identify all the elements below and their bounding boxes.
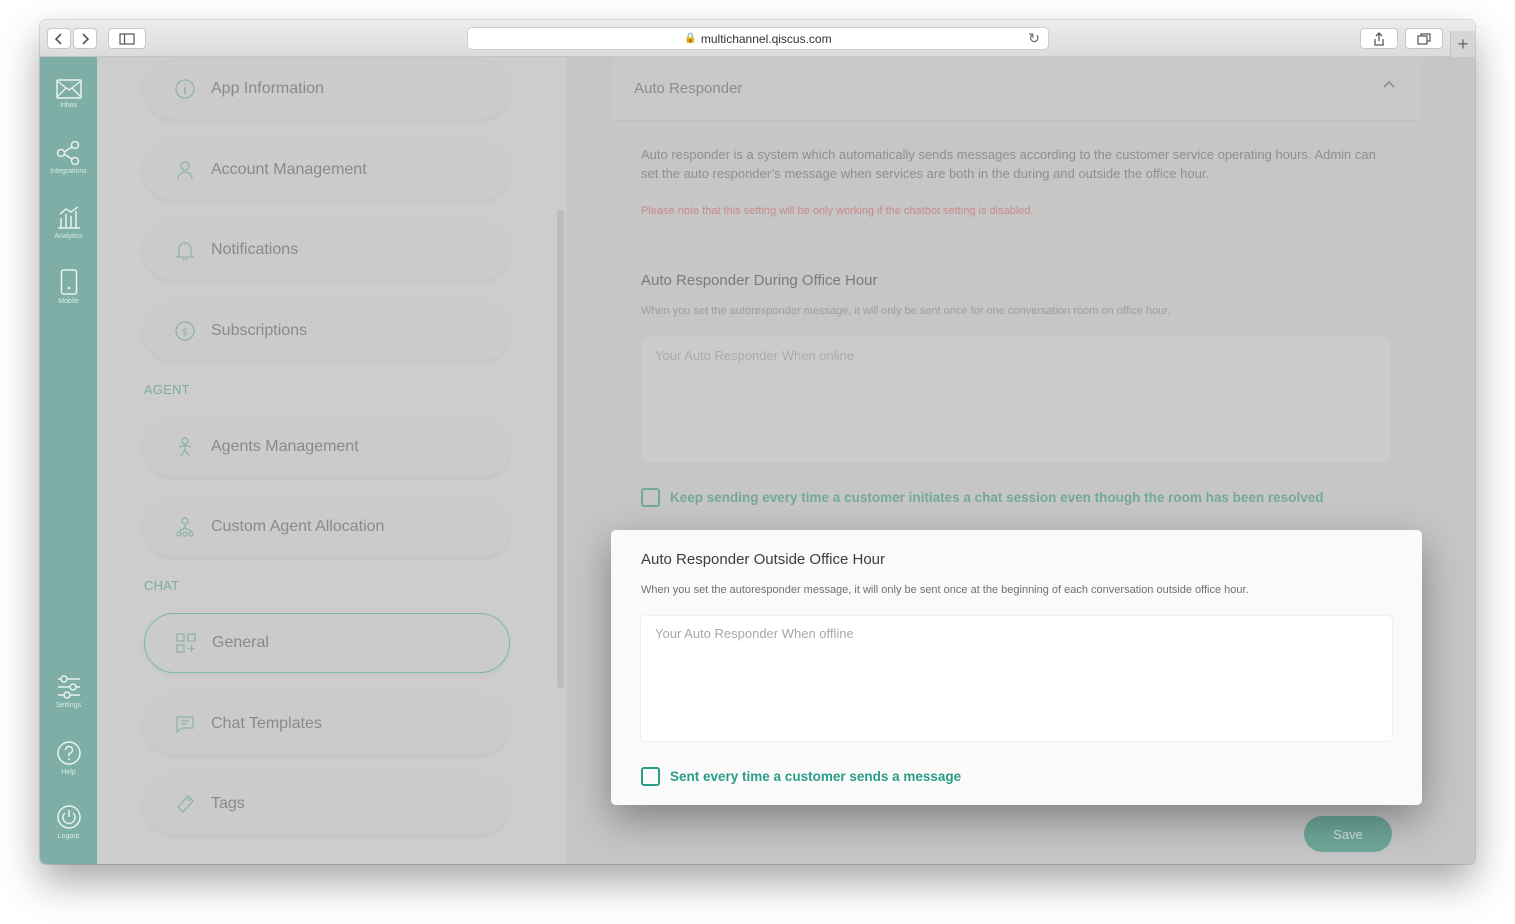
logout-icon <box>56 805 81 829</box>
rail-label: Logout <box>57 833 80 840</box>
inbox-icon <box>55 79 82 99</box>
address-bar[interactable]: 🔒 multichannel.qiscus.com ↻ <box>467 27 1049 50</box>
rail-item-logout[interactable]: Logout <box>40 804 97 840</box>
outside-office-hour-title: Auto Responder Outside Office Hour <box>641 551 886 568</box>
bell-icon <box>174 239 196 261</box>
url-text: multichannel.qiscus.com <box>700 31 832 46</box>
sent-every-time-checkbox-row[interactable]: Sent every time a customer sends a messa… <box>641 767 961 786</box>
menu-item-label: Subscriptions <box>211 322 308 339</box>
rail-item-analytics[interactable]: Analytics <box>40 206 97 240</box>
rail-item-mobile[interactable]: Mobile <box>40 269 97 305</box>
new-tab-button[interactable]: + <box>1450 31 1475 57</box>
menu-item-label: App Information <box>211 80 324 97</box>
keep-sending-checkbox[interactable] <box>641 488 660 507</box>
keep-sending-label: Keep sending every time a customer initi… <box>670 490 1324 505</box>
outside-office-hour-hint: When you set the autoresponder message, … <box>641 584 1249 596</box>
chevron-right-icon <box>82 32 89 45</box>
dollar-icon: $ <box>174 320 196 342</box>
analytics-icon <box>57 206 80 229</box>
menu-item-general[interactable]: General <box>144 613 510 673</box>
sent-every-time-label: Sent every time a customer sends a messa… <box>670 769 962 784</box>
auto-responder-header[interactable]: Auto Responder <box>612 57 1422 121</box>
menu-item-label: Agents Management <box>211 438 359 455</box>
keep-sending-checkbox-row[interactable]: Keep sending every time a customer initi… <box>641 488 1323 507</box>
menu-item-label: Tags <box>211 795 245 812</box>
user-icon <box>174 159 196 181</box>
info-icon <box>174 78 196 100</box>
rail-item-settings[interactable]: Settings <box>40 675 97 709</box>
rail-label: Inbox <box>59 102 78 109</box>
chatbot-note: Please note that this setting will be on… <box>641 205 1034 217</box>
section-label-agent: AGENT <box>144 382 190 397</box>
menu-item-label: General <box>212 634 269 651</box>
help-icon <box>56 741 81 765</box>
panel-description: Auto responder is a system which automat… <box>641 147 1376 181</box>
rail-item-help[interactable]: Help <box>40 740 97 776</box>
menu-item-account-management[interactable]: Account Management <box>144 140 510 200</box>
tabs-icon <box>1417 32 1431 45</box>
menu-item-notifications[interactable]: Notifications <box>144 220 510 280</box>
mobile-icon <box>60 269 77 295</box>
agent-icon <box>174 436 196 458</box>
menu-item-chat-templates[interactable]: Chat Templates <box>144 694 510 754</box>
outside-office-hour-card: Auto Responder Outside Office Hour When … <box>611 530 1422 805</box>
tabs-button[interactable] <box>1405 28 1443 49</box>
grid-icon <box>175 632 197 654</box>
reload-icon[interactable]: ↻ <box>1028 30 1040 47</box>
rail-label: Mobile <box>58 298 79 305</box>
rail-label: Integrations <box>50 168 87 175</box>
integrations-icon <box>56 141 79 165</box>
during-office-hour-title: Auto Responder During Office Hour <box>641 272 878 289</box>
plus-icon: + <box>1457 33 1469 54</box>
during-office-hour-hint: When you set the autoresponder message, … <box>641 305 1171 317</box>
tag-icon <box>174 793 196 815</box>
menu-item-subscriptions[interactable]: $ Subscriptions <box>144 301 510 361</box>
menu-item-app-information[interactable]: App Information <box>144 59 510 119</box>
menu-item-label: Notifications <box>211 241 299 258</box>
sidebar-toggle-button[interactable] <box>108 28 146 49</box>
sent-every-time-checkbox[interactable] <box>641 767 660 786</box>
allocation-icon <box>174 516 196 538</box>
rail-label: Help <box>61 769 76 776</box>
share-button[interactable] <box>1360 28 1398 49</box>
section-label-chat: CHAT <box>144 578 180 593</box>
browser-toolbar: 🔒 multichannel.qiscus.com ↻ + <box>40 20 1475 57</box>
share-icon <box>1374 31 1384 46</box>
rail-item-integrations[interactable]: Integrations <box>40 141 97 175</box>
chevron-up-icon[interactable] <box>1382 79 1396 89</box>
rail-label: Analytics <box>54 233 83 240</box>
menu-item-agents-management[interactable]: Agents Management <box>144 417 510 477</box>
back-button[interactable] <box>47 28 71 49</box>
svg-text:$: $ <box>182 327 188 338</box>
rail-item-inbox[interactable]: Inbox <box>40 79 97 109</box>
menu-item-label: Account Management <box>211 161 367 178</box>
left-rail: Inbox Integrations Analytics Mobile Sett… <box>40 57 97 864</box>
menu-item-label: Custom Agent Allocation <box>211 518 385 535</box>
menu-scrollbar[interactable] <box>557 210 564 688</box>
settings-icon <box>57 675 80 699</box>
settings-menu: App Information Account Management Notif… <box>97 57 567 864</box>
menu-item-custom-agent-allocation[interactable]: Custom Agent Allocation <box>144 497 510 557</box>
offline-responder-textarea[interactable]: Your Auto Responder When offline <box>641 616 1392 741</box>
rail-label: Settings <box>55 702 82 709</box>
chat-template-icon <box>174 713 196 735</box>
lock-icon: 🔒 <box>684 33 697 44</box>
online-responder-textarea[interactable]: Your Auto Responder When online <box>641 337 1391 462</box>
sidebar-icon <box>119 32 135 45</box>
menu-item-tags[interactable]: Tags <box>144 774 510 834</box>
save-button[interactable]: Save <box>1304 816 1392 852</box>
panel-title: Auto Responder <box>634 80 743 97</box>
menu-item-label: Chat Templates <box>211 715 322 732</box>
chevron-left-icon <box>55 32 62 45</box>
forward-button[interactable] <box>73 28 97 49</box>
